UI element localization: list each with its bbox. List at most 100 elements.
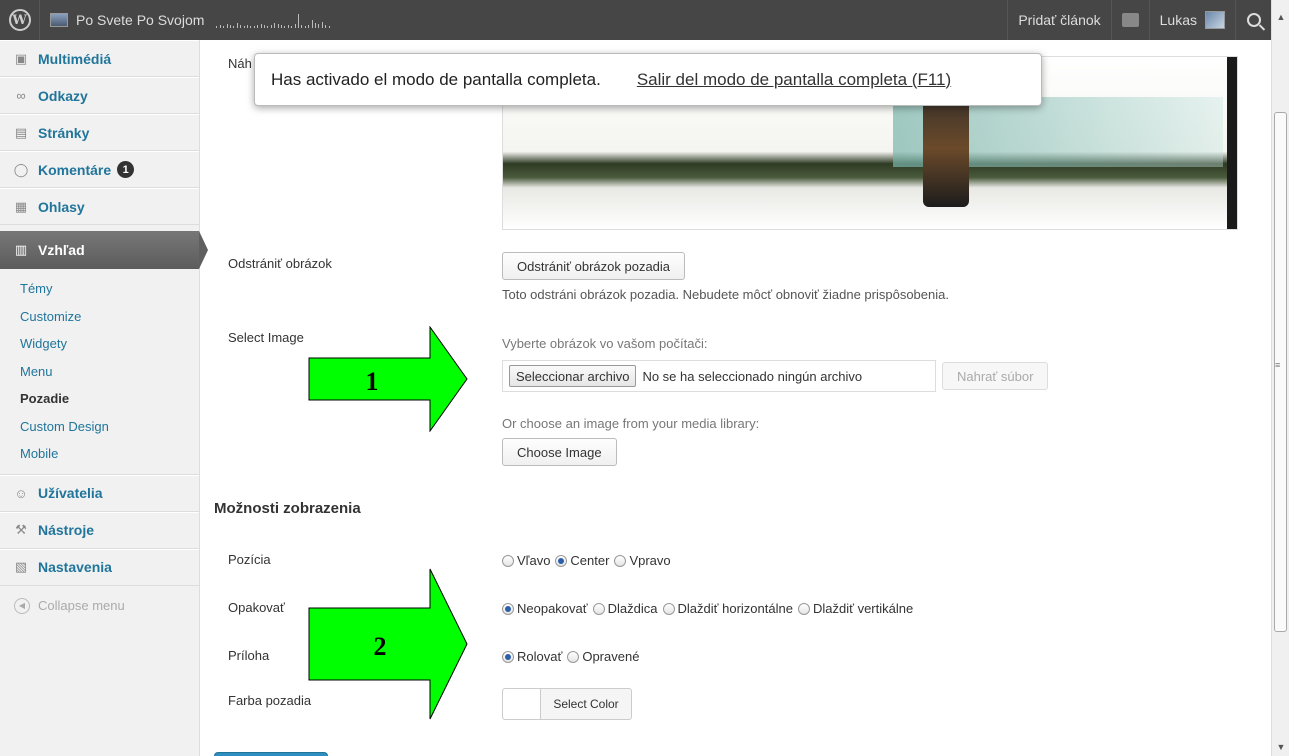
notifications-icon bbox=[1121, 13, 1139, 27]
fullscreen-message: Has activado el modo de pantalla complet… bbox=[271, 69, 601, 89]
color-swatch[interactable] bbox=[503, 689, 541, 719]
color-picker[interactable]: Select Color bbox=[502, 688, 632, 720]
avatar bbox=[1205, 11, 1225, 29]
sidebar-item-feedback[interactable]: ▦ Ohlasy bbox=[0, 188, 199, 225]
comments-icon: ◯ bbox=[13, 161, 29, 177]
appearance-submenu: Témy Customize Widgety Menu Pozadie Cust… bbox=[0, 269, 199, 475]
sidebar-item-appearance[interactable]: ▥ Vzhľad bbox=[0, 231, 208, 269]
collapse-menu-button[interactable]: ◀ Collapse menu bbox=[0, 586, 199, 626]
feedback-icon: ▦ bbox=[14, 198, 28, 214]
radio-icon bbox=[567, 650, 580, 663]
links-icon: ∞ bbox=[16, 88, 26, 103]
sidebar-item-users[interactable]: ☺ Užívatelia bbox=[0, 474, 199, 512]
tools-icon: ⚒ bbox=[15, 522, 27, 537]
page-scrollbar[interactable]: ▲ ≡ ▼ bbox=[1271, 0, 1289, 756]
position-label: Pozícia bbox=[228, 552, 271, 567]
attachment-option-scroll[interactable]: Rolovať bbox=[502, 649, 562, 664]
users-icon: ☺ bbox=[14, 485, 28, 501]
position-option-center[interactable]: Center bbox=[555, 553, 609, 568]
attachment-option-fixed[interactable]: Opravené bbox=[567, 649, 639, 664]
choose-file-button[interactable]: Seleccionar archivo bbox=[509, 365, 637, 387]
media-icon: ▣ bbox=[14, 50, 28, 66]
submenu-item-customize[interactable]: Customize bbox=[0, 303, 199, 331]
site-name-button[interactable]: Po Svete Po Svojom bbox=[40, 0, 346, 40]
admin-sidebar: ▣ Multimédiá ∞ Odkazy ▤ Stránky ◯ Koment… bbox=[0, 40, 208, 756]
user-name: Lukas bbox=[1159, 12, 1197, 28]
sidebar-item-pages[interactable]: ▤ Stránky bbox=[0, 114, 199, 151]
radio-icon bbox=[614, 554, 627, 567]
annotation-arrow-1: 1 bbox=[308, 326, 468, 432]
radio-icon bbox=[797, 602, 810, 615]
notifications-button[interactable] bbox=[1110, 0, 1149, 40]
collapse-arrow-icon: ◀ bbox=[14, 597, 30, 614]
appearance-icon: ▥ bbox=[14, 242, 28, 257]
stats-sparkline-icon bbox=[216, 10, 336, 30]
annotation-arrow-2: 2 bbox=[308, 568, 468, 720]
site-icon bbox=[50, 13, 68, 27]
position-radio-group: Vľavo Center Vpravo bbox=[502, 553, 676, 568]
file-status-text: No se ha seleccionado ningún archivo bbox=[642, 368, 863, 384]
submenu-item-background[interactable]: Pozadie bbox=[0, 385, 199, 413]
sidebar-item-comments[interactable]: ◯ Komentáre 1 bbox=[0, 151, 199, 188]
radio-icon bbox=[592, 602, 605, 615]
position-option-left[interactable]: Vľavo bbox=[502, 553, 550, 568]
comments-count-badge: 1 bbox=[117, 161, 135, 178]
remove-help-text: Toto odstráni obrázok pozadia. Nebudete … bbox=[502, 287, 949, 302]
search-icon bbox=[1246, 13, 1261, 27]
user-account-button[interactable]: Lukas bbox=[1148, 0, 1235, 40]
sidebar-item-links[interactable]: ∞ Odkazy bbox=[0, 77, 199, 114]
submenu-item-custom-design[interactable]: Custom Design bbox=[0, 413, 199, 441]
attachment-radio-group: Rolovať Opravené bbox=[502, 649, 644, 664]
submenu-item-menu[interactable]: Menu bbox=[0, 358, 199, 386]
select-image-label: Select Image bbox=[228, 330, 304, 345]
display-options-heading: Možnosti zobrazenia bbox=[214, 500, 361, 517]
remove-background-button[interactable]: Odstrániť obrázok pozadia bbox=[502, 252, 686, 280]
radio-icon bbox=[502, 554, 514, 567]
scroll-up-icon[interactable]: ▲ bbox=[1272, 8, 1289, 26]
select-help-text: Vyberte obrázok vo vašom počítači: bbox=[502, 336, 708, 351]
search-button[interactable] bbox=[1235, 0, 1271, 40]
choose-image-button[interactable]: Choose Image bbox=[502, 438, 617, 466]
admin-bar: W Po Svete Po Svojom Pridať článok Lukas bbox=[0, 0, 1271, 40]
preview-label: Náh bbox=[228, 56, 252, 71]
repeat-radio-group: Neopakovať Dlaždica Dlaždiť horizontálne… bbox=[502, 601, 918, 616]
add-post-label: Pridať článok bbox=[1018, 12, 1101, 28]
fullscreen-notification: Has activado el modo de pantalla complet… bbox=[254, 53, 1042, 106]
file-input[interactable]: Seleccionar archivo No se ha seleccionad… bbox=[502, 360, 936, 392]
save-changes-button[interactable] bbox=[214, 752, 328, 756]
repeat-label: Opakovať bbox=[228, 600, 285, 615]
radio-selected-icon bbox=[502, 602, 514, 615]
repeat-option-tile[interactable]: Dlaždica bbox=[592, 601, 658, 616]
site-name: Po Svete Po Svojom bbox=[76, 12, 205, 28]
wordpress-logo-button[interactable]: W bbox=[0, 0, 40, 40]
settings-icon: ▧ bbox=[14, 559, 28, 574]
scrollbar-thumb[interactable] bbox=[1274, 112, 1287, 632]
attachment-label: Príloha bbox=[228, 648, 270, 663]
background-color-label: Farba pozadia bbox=[228, 693, 312, 708]
remove-image-label: Odstrániť obrázok bbox=[228, 256, 332, 271]
pages-icon: ▤ bbox=[14, 124, 28, 140]
position-option-right[interactable]: Vpravo bbox=[614, 553, 671, 568]
repeat-option-no-repeat[interactable]: Neopakovať bbox=[502, 601, 588, 616]
radio-selected-icon bbox=[502, 650, 514, 663]
upload-file-button[interactable]: Nahrať súbor bbox=[942, 362, 1049, 390]
radio-selected-icon bbox=[555, 554, 568, 567]
radio-icon bbox=[662, 602, 675, 615]
sidebar-item-tools[interactable]: ⚒ Nástroje bbox=[0, 511, 199, 549]
sidebar-item-media[interactable]: ▣ Multimédiá bbox=[0, 40, 199, 77]
submenu-item-themes[interactable]: Témy bbox=[0, 275, 199, 303]
submenu-item-mobile[interactable]: Mobile bbox=[0, 440, 199, 468]
annotation-arrow-2-number: 2 bbox=[374, 632, 387, 661]
scroll-grip-icon: ≡ bbox=[1275, 360, 1281, 370]
repeat-option-horizontal[interactable]: Dlaždiť horizontálne bbox=[662, 601, 793, 616]
wordpress-icon: W bbox=[8, 9, 31, 31]
add-post-button[interactable]: Pridať článok bbox=[1007, 0, 1110, 40]
scroll-down-icon[interactable]: ▼ bbox=[1272, 738, 1289, 756]
sidebar-item-settings[interactable]: ▧ Nastavenia bbox=[0, 548, 199, 586]
library-help-text: Or choose an image from your media libra… bbox=[502, 416, 760, 431]
repeat-option-vertical[interactable]: Dlaždiť vertikálne bbox=[797, 601, 913, 616]
select-color-button[interactable]: Select Color bbox=[541, 689, 631, 719]
annotation-arrow-1-number: 1 bbox=[366, 367, 379, 396]
submenu-item-widgets[interactable]: Widgety bbox=[0, 330, 199, 358]
exit-fullscreen-link[interactable]: Salir del modo de pantalla completa (F11… bbox=[637, 70, 951, 90]
